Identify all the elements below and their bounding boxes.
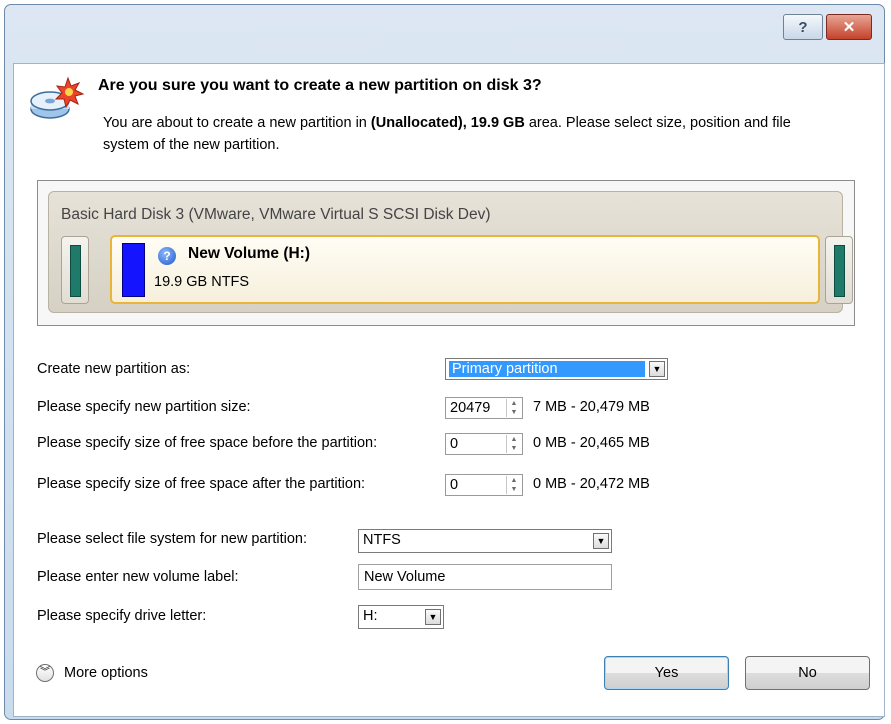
chevron-down-icon: ▼: [649, 361, 665, 377]
space-after-range: 0 MB - 20,472 MB: [533, 476, 650, 492]
spin-arrows-icon[interactable]: ▲ ▼: [506, 399, 521, 417]
partition-right[interactable]: [825, 236, 853, 304]
volume-label-label: Please enter new volume label:: [37, 569, 239, 585]
close-button[interactable]: ✕: [826, 14, 872, 40]
partition-size-range: 7 MB - 20,479 MB: [533, 399, 650, 415]
drive-letter-select[interactable]: H: ▼: [358, 605, 444, 629]
spin-arrows-icon[interactable]: ▲ ▼: [506, 476, 521, 494]
new-volume-partition[interactable]: ? New Volume (H:) 19.9 GB NTFS: [110, 235, 820, 304]
chevron-down-icon: ▼: [593, 533, 609, 549]
partition-size-stepper[interactable]: 20479 ▲ ▼: [445, 397, 523, 419]
space-before-stepper[interactable]: 0 ▲ ▼: [445, 433, 523, 455]
partition-left[interactable]: [61, 236, 89, 304]
spin-arrows-icon[interactable]: ▲ ▼: [506, 435, 521, 453]
volume-name: New Volume (H:): [188, 245, 310, 262]
no-button[interactable]: No: [745, 656, 870, 690]
drive-letter-label: Please specify drive letter:: [37, 608, 207, 624]
dialog-description: You are about to create a new partition …: [103, 115, 791, 153]
unallocated-area: (Unallocated), 19.9 GB: [370, 115, 525, 131]
volume-label-input[interactable]: New Volume: [358, 564, 612, 590]
space-before-range: 0 MB - 20,465 MB: [533, 435, 650, 451]
partition-type-label: Create new partition as:: [37, 361, 191, 377]
disk-title: Basic Hard Disk 3 (VMware, VMware Virtua…: [61, 206, 491, 223]
file-system-select[interactable]: NTFS ▼: [358, 529, 612, 553]
partition-type-select[interactable]: Primary partition ▼: [445, 358, 668, 380]
space-after-stepper[interactable]: 0 ▲ ▼: [445, 474, 523, 496]
disk-add-icon: [30, 76, 85, 119]
more-options-label: More options: [64, 665, 148, 681]
dialog-question: Are you sure you want to create a new pa…: [98, 77, 542, 94]
partition-size-label: Please specify new partition size:: [37, 399, 251, 415]
volume-color-swatch: [122, 243, 145, 297]
double-chevron-down-icon: ︾: [36, 664, 54, 682]
disk-3[interactable]: Basic Hard Disk 3 (VMware, VMware Virtua…: [48, 191, 853, 313]
more-options-toggle[interactable]: ︾ More options: [36, 664, 148, 682]
space-after-label: Please specify size of free space after …: [37, 476, 366, 492]
file-system-label: Please select file system for new partit…: [37, 531, 307, 547]
chevron-down-icon: ▼: [425, 609, 441, 625]
volume-info: 19.9 GB NTFS: [154, 274, 250, 290]
disk-map-panel: Basic Hard Disk 3 (VMware, VMware Virtua…: [37, 180, 855, 326]
yes-button[interactable]: Yes: [604, 656, 729, 690]
space-before-label: Please specify size of free space before…: [37, 435, 378, 451]
help-circle-icon: ?: [158, 247, 176, 265]
help-button[interactable]: ?: [783, 14, 823, 40]
